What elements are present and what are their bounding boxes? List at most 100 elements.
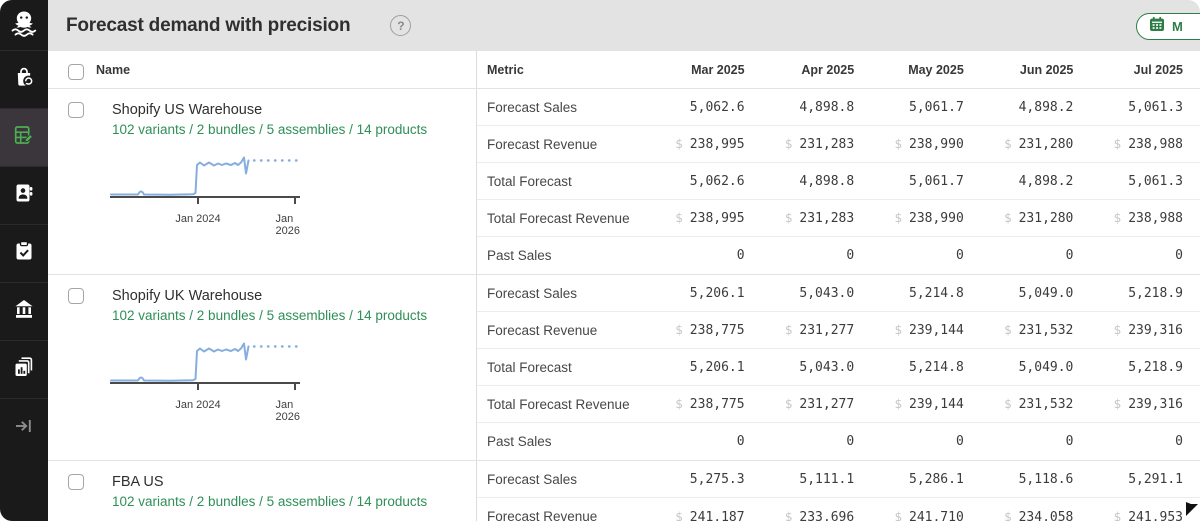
sparkline-axis-label: Jan 2024 — [175, 399, 221, 411]
sparkline-chart-icon — [110, 156, 300, 204]
metric-value-cell: 4,898.8 — [745, 174, 854, 189]
metric-value-cell: 5,049.0 — [964, 360, 1074, 375]
currency-symbol: $ — [1004, 136, 1012, 151]
sidebar-item-contacts[interactable] — [0, 167, 48, 225]
metric-value-cell: 0 — [964, 434, 1074, 449]
metric-value: 5,061.7 — [909, 99, 964, 115]
mouse-cursor — [1186, 502, 1200, 521]
sidebar-item-reports[interactable] — [0, 341, 48, 399]
sidebar-item-warehouses[interactable] — [0, 283, 48, 341]
metric-header-label: Metric — [487, 62, 524, 77]
metric-value: 5,043.0 — [799, 359, 855, 375]
metric-label: Forecast Revenue — [487, 509, 598, 521]
select-row-checkbox[interactable] — [68, 288, 84, 304]
sidebar-item-store-sync[interactable] — [0, 51, 48, 109]
currency-symbol: $ — [894, 136, 902, 151]
metric-row: Forecast Sales 5,062.6 4,898.8 5,061.7 4… — [477, 89, 1200, 126]
metric-value-cell: $231,532 — [964, 396, 1073, 412]
metric-value: 238,775 — [689, 397, 745, 412]
table-row: Shopify US Warehouse 102 variants / 2 bu… — [48, 89, 1200, 274]
select-row-checkbox[interactable] — [68, 474, 84, 490]
metric-row: Total Forecast Revenue $238,775 $231,277… — [477, 386, 1200, 423]
metric-value-cell: 0 — [635, 434, 745, 449]
month-headers-row: Metric Mar 2025 Apr 2025 May 2025 Jun 20… — [477, 51, 1200, 88]
metric-value: 239,144 — [909, 397, 964, 412]
metric-value: 231,532 — [1018, 323, 1074, 338]
metric-row: Total Forecast 5,062.6 4,898.8 5,061.7 4… — [477, 163, 1200, 200]
metric-value-cell: 5,061.7 — [854, 100, 964, 115]
metric-value: 238,990 — [909, 137, 964, 152]
currency-symbol: $ — [784, 322, 793, 337]
metric-value-cell: 0 — [1073, 434, 1183, 449]
metric-value: 238,988 — [1128, 137, 1183, 152]
metric-value-cell: 5,062.6 — [635, 174, 745, 189]
metric-value-cell: 5,043.0 — [745, 359, 855, 375]
metric-value-cell: $238,775 — [635, 322, 744, 338]
month-column-header: Apr 2025 — [801, 62, 855, 77]
metric-value-cell: $238,988 — [1073, 210, 1183, 226]
period-selector-button[interactable]: M — [1136, 13, 1200, 40]
sidebar-item-brand[interactable] — [0, 0, 48, 51]
metric-row: Forecast Revenue $238,775 $231,277 $239,… — [477, 312, 1200, 349]
metric-value-cell: $231,277 — [745, 322, 855, 338]
metric-value: 239,316 — [1128, 323, 1183, 338]
metric-value-cell: $239,316 — [1073, 396, 1183, 412]
metric-value-cell: 0 — [635, 248, 745, 263]
sidebar-item-forecast[interactable] — [0, 109, 48, 167]
metric-value-cell: 5,061.3 — [1073, 174, 1183, 189]
table-body: Shopify US Warehouse 102 variants / 2 bu… — [48, 89, 1200, 521]
sidebar-item-tasks[interactable] — [0, 225, 48, 283]
metric-value-cell: 5,218.9 — [1073, 286, 1183, 301]
currency-symbol: $ — [1113, 322, 1122, 337]
currency-symbol: $ — [1004, 396, 1012, 411]
metric-label: Past Sales — [487, 434, 552, 449]
metric-value: 5,206.1 — [689, 359, 745, 375]
calendar-icon — [1149, 16, 1165, 37]
name-column-header: Name — [48, 51, 477, 88]
currency-symbol: $ — [894, 322, 902, 337]
currency-symbol: $ — [1004, 508, 1012, 521]
metric-rows: Forecast Sales 5,206.1 5,043.0 5,214.8 5… — [477, 275, 1200, 460]
metric-value: 5,214.8 — [909, 359, 964, 375]
metric-value-cell: $241,953 — [1073, 509, 1183, 521]
sidebar-item-collapse[interactable] — [0, 399, 48, 457]
metric-value: 0 — [1065, 248, 1074, 263]
metric-value-cell: $238,990 — [854, 210, 963, 226]
metric-value-cell: 5,062.6 — [635, 100, 745, 115]
metric-value-cell: $238,988 — [1073, 136, 1183, 152]
select-row-checkbox[interactable] — [68, 102, 84, 118]
metric-value-cell: 0 — [854, 248, 964, 263]
help-icon[interactable]: ? — [390, 15, 412, 36]
metric-value: 5,218.9 — [1128, 285, 1183, 301]
metric-value: 5,043.0 — [799, 285, 855, 301]
metric-value: 0 — [846, 248, 855, 263]
warehouse-breakdown-links[interactable]: 102 variants / 2 bundles / 5 assemblies … — [112, 122, 476, 137]
page-title: Forecast demand with precision — [66, 14, 351, 36]
warehouse-name[interactable]: FBA US — [112, 474, 476, 490]
brand-logo-icon — [9, 8, 39, 43]
page-header: Forecast demand with precision ? M — [48, 0, 1200, 51]
metric-value: 5,049.0 — [1018, 359, 1074, 375]
store-sync-icon — [12, 65, 36, 94]
warehouse-breakdown-links[interactable]: 102 variants / 2 bundles / 5 assemblies … — [112, 308, 476, 323]
metric-row: Past Sales 0 0 0 0 0 — [477, 423, 1200, 460]
warehouse-card: Shopify UK Warehouse 102 variants / 2 bu… — [48, 275, 477, 460]
select-all-checkbox[interactable] — [68, 64, 84, 80]
metric-value: 5,286.1 — [909, 471, 964, 487]
currency-symbol: $ — [1004, 322, 1012, 337]
metric-label: Forecast Sales — [487, 285, 578, 301]
warehouse-name[interactable]: Shopify UK Warehouse — [112, 288, 476, 304]
warehouse-name[interactable]: Shopify US Warehouse — [112, 102, 476, 118]
collapse-sidebar-icon — [12, 414, 36, 443]
table-row: Shopify UK Warehouse 102 variants / 2 bu… — [48, 274, 1200, 460]
warehouse-breakdown-links[interactable]: 102 variants / 2 bundles / 5 assemblies … — [112, 494, 476, 509]
metric-value-cell: 5,206.1 — [635, 286, 745, 301]
metric-value: 0 — [1175, 248, 1183, 263]
metric-value-cell: 4,898.8 — [745, 100, 854, 115]
metric-value-cell: $239,144 — [854, 322, 963, 338]
metric-value-cell: 5,049.0 — [964, 286, 1074, 301]
metric-value: 231,277 — [799, 323, 855, 338]
metric-value: 238,988 — [1128, 211, 1183, 226]
metric-value-cell: $231,277 — [745, 396, 854, 412]
metric-value: 5,111.1 — [799, 471, 855, 487]
